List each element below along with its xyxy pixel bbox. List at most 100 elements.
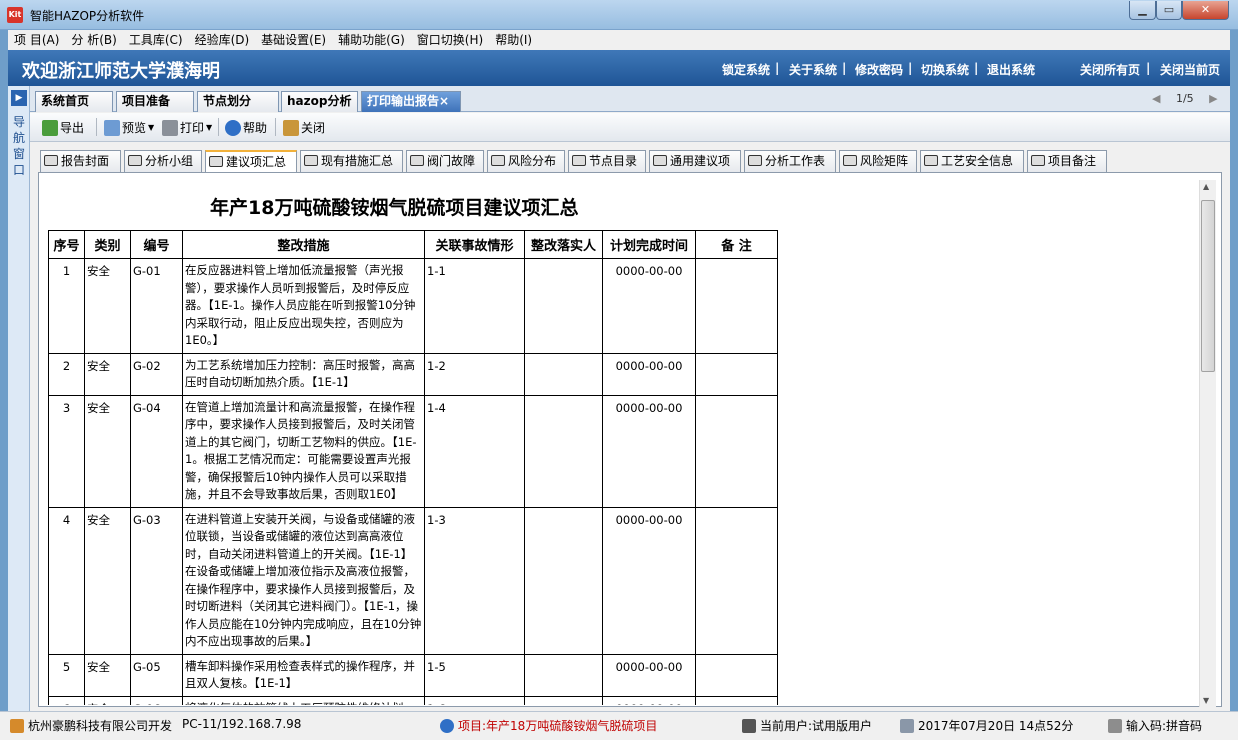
printer-icon — [128, 155, 142, 166]
report-tab-node-directory[interactable]: 节点目录 — [568, 150, 646, 172]
lock-system-link[interactable]: 锁定系统 — [722, 61, 770, 78]
status-user: 当前用户:试用版用户 — [742, 717, 872, 734]
report-tab-risk-matrix[interactable]: 风险矩阵 — [839, 150, 917, 172]
row-owner — [524, 352, 603, 396]
export-icon — [42, 119, 58, 136]
row-note — [695, 258, 778, 354]
menu-help[interactable]: 帮助(I) — [489, 30, 538, 50]
close-all-pages-link[interactable]: 关闭所有页 — [1080, 61, 1140, 78]
menu-window[interactable]: 窗口切换(H) — [411, 30, 489, 50]
row-scenario: 1-5 — [424, 653, 525, 697]
close-door-icon — [283, 119, 299, 136]
row-no: 3 — [48, 394, 85, 508]
report-tab-bar: 报告封面 分析小组 建议项汇总 现有措施汇总 阀门故障 风险分布 节点目录 通用… — [30, 142, 1230, 173]
menu-tools[interactable]: 工具库(C) — [123, 30, 189, 50]
table-row: 2 安全 G-02 为工艺系统增加压力控制：高压时报警，高高压时自动切断加热介质。【1… — [48, 352, 778, 396]
printer-icon — [572, 155, 586, 166]
about-system-link[interactable]: 关于系统 — [789, 61, 837, 78]
scroll-down-icon[interactable]: ▼ — [1203, 696, 1209, 705]
close-tab-button[interactable]: 关闭 — [283, 119, 325, 136]
tab-hazop-analysis[interactable]: hazop分析 — [281, 91, 358, 112]
menu-settings[interactable]: 基础设置(E) — [255, 30, 332, 50]
row-no: 4 — [48, 506, 85, 655]
navigation-sidebar[interactable]: ▶ 导航窗口 — [8, 86, 30, 711]
report-tab-risk-distribution[interactable]: 风险分布 — [487, 150, 565, 172]
row-owner — [524, 258, 603, 354]
row-due: 0000-00-00 — [602, 506, 696, 655]
status-datetime: 2017年07月20日 14点52分 — [900, 717, 1073, 734]
scroll-up-icon[interactable]: ▲ — [1203, 182, 1209, 191]
report-viewport: 序号 类别 编号 整改措施 关联事故情形 整改落实人 计划完成时间 备 注 1安… — [40, 174, 1199, 705]
scrollbar-thumb[interactable] — [1201, 200, 1215, 372]
maximize-button[interactable]: ▭ — [1156, 1, 1182, 20]
menu-analysis[interactable]: 分 析(B) — [65, 30, 122, 50]
row-owner — [524, 506, 603, 655]
row-measure: 在管道上增加流量计和高流量报警，在操作程序中，要求操作人员接到报警后，及时关闭管… — [182, 394, 425, 508]
printer-icon — [748, 155, 762, 166]
menu-aux[interactable]: 辅助功能(G) — [332, 30, 411, 50]
row-owner — [524, 394, 603, 508]
home-icon — [10, 718, 24, 733]
row-code: G-05 — [130, 653, 183, 697]
user-icon — [742, 718, 756, 733]
help-button[interactable]: 帮助 — [225, 119, 267, 136]
printer-icon — [924, 155, 938, 166]
close-current-page-link[interactable]: 关闭当前页 — [1160, 61, 1220, 78]
row-due: 0000-00-00 — [602, 258, 696, 354]
table-row: 4 安全 G-03 在进料管道上安装开关阀，与设备或储罐的液位联锁，当设备或储罐的液位… — [48, 506, 778, 655]
report-tab-process-safety-info[interactable]: 工艺安全信息 — [920, 150, 1024, 172]
row-due: 0000-00-00 — [602, 394, 696, 508]
tab-project-prep[interactable]: 项目准备 — [116, 91, 194, 112]
header-no: 序号 — [48, 230, 85, 259]
row-scenario: 1-1 — [424, 258, 525, 354]
row-note — [695, 653, 778, 697]
window-title: 智能HAZOP分析软件 — [30, 9, 145, 23]
export-button[interactable]: 导出 — [42, 119, 84, 136]
next-page-icon[interactable]: ▶ — [1209, 92, 1217, 105]
report-tab-cover[interactable]: 报告封面 — [40, 150, 121, 172]
row-code: G-06 — [130, 695, 183, 705]
welcome-banner: 欢迎浙江师范大学濮海明 锁定系统 | 关于系统 | 修改密码 | 切换系统 | … — [8, 50, 1230, 86]
status-bar: 杭州豪鹏科技有限公司开发 PC-11/192.168.7.98 项目:年产18万… — [0, 711, 1238, 740]
printer-icon — [162, 119, 178, 136]
tab-home[interactable]: 系统首页 — [35, 91, 113, 112]
page-indicator: ◀ 1/5 ▶ — [1152, 92, 1218, 105]
prev-page-icon[interactable]: ◀ — [1152, 92, 1160, 105]
row-no: 1 — [48, 258, 85, 354]
table-row: 1 安全 G-01 在反应器进料管上增加低流量报警（声光报警），要求操作人员听到报警后… — [48, 258, 778, 354]
status-company: 杭州豪鹏科技有限公司开发 — [10, 717, 172, 734]
report-tab-existing-measures[interactable]: 现有措施汇总 — [300, 150, 403, 172]
menu-project[interactable]: 项 目(A) — [8, 30, 65, 50]
minimize-button[interactable]: ▁ — [1129, 1, 1156, 20]
menu-experience[interactable]: 经验库(D) — [189, 30, 256, 50]
row-measure: 在反应器进料管上增加低流量报警（声光报警），要求操作人员听到报警后，及时停反应器… — [182, 258, 425, 354]
close-button[interactable]: ✕ — [1182, 1, 1229, 20]
title-bar — [0, 0, 1238, 30]
report-tab-recommendations[interactable]: 建议项汇总 — [205, 150, 297, 173]
top-tab-bar: 系统首页 项目准备 节点划分 hazop分析 打印输出报告× — [30, 86, 1230, 112]
row-scenario: 1-6 — [424, 695, 525, 705]
header-code: 编号 — [130, 230, 183, 259]
welcome-text: 欢迎浙江师范大学濮海明 — [22, 61, 220, 82]
report-tab-general-recommendations[interactable]: 通用建议项 — [649, 150, 741, 172]
header-scenario: 关联事故情形 — [424, 230, 525, 259]
preview-button[interactable]: 预览 ▼ — [104, 119, 154, 136]
status-ime: 输入码:拼音码 — [1108, 717, 1202, 734]
info-icon — [440, 718, 454, 733]
report-tab-project-notes[interactable]: 项目备注 — [1027, 150, 1107, 172]
row-category: 安全 — [84, 506, 131, 655]
printer-icon — [653, 155, 667, 166]
row-measure: 为工艺系统增加压力控制：高压时报警，高高压时自动切断加热介质。【1E-1】 — [182, 352, 425, 396]
tab-node-division[interactable]: 节点划分 — [197, 91, 279, 112]
exit-system-link[interactable]: 退出系统 — [987, 61, 1035, 78]
print-button[interactable]: 打印 ▼ — [162, 119, 212, 136]
expand-arrow-icon[interactable]: ▶ — [11, 90, 27, 106]
report-tab-worksheet[interactable]: 分析工作表 — [744, 150, 836, 172]
row-scenario: 1-3 — [424, 506, 525, 655]
change-password-link[interactable]: 修改密码 — [855, 61, 903, 78]
switch-system-link[interactable]: 切换系统 — [921, 61, 969, 78]
report-tab-team[interactable]: 分析小组 — [124, 150, 202, 172]
tab-print-report[interactable]: 打印输出报告× — [361, 91, 461, 112]
row-measure: 在进料管道上安装开关阀，与设备或储罐的液位联锁，当设备或储罐的液位达到高高液位时… — [182, 506, 425, 655]
report-tab-valve-failure[interactable]: 阀门故障 — [406, 150, 484, 172]
